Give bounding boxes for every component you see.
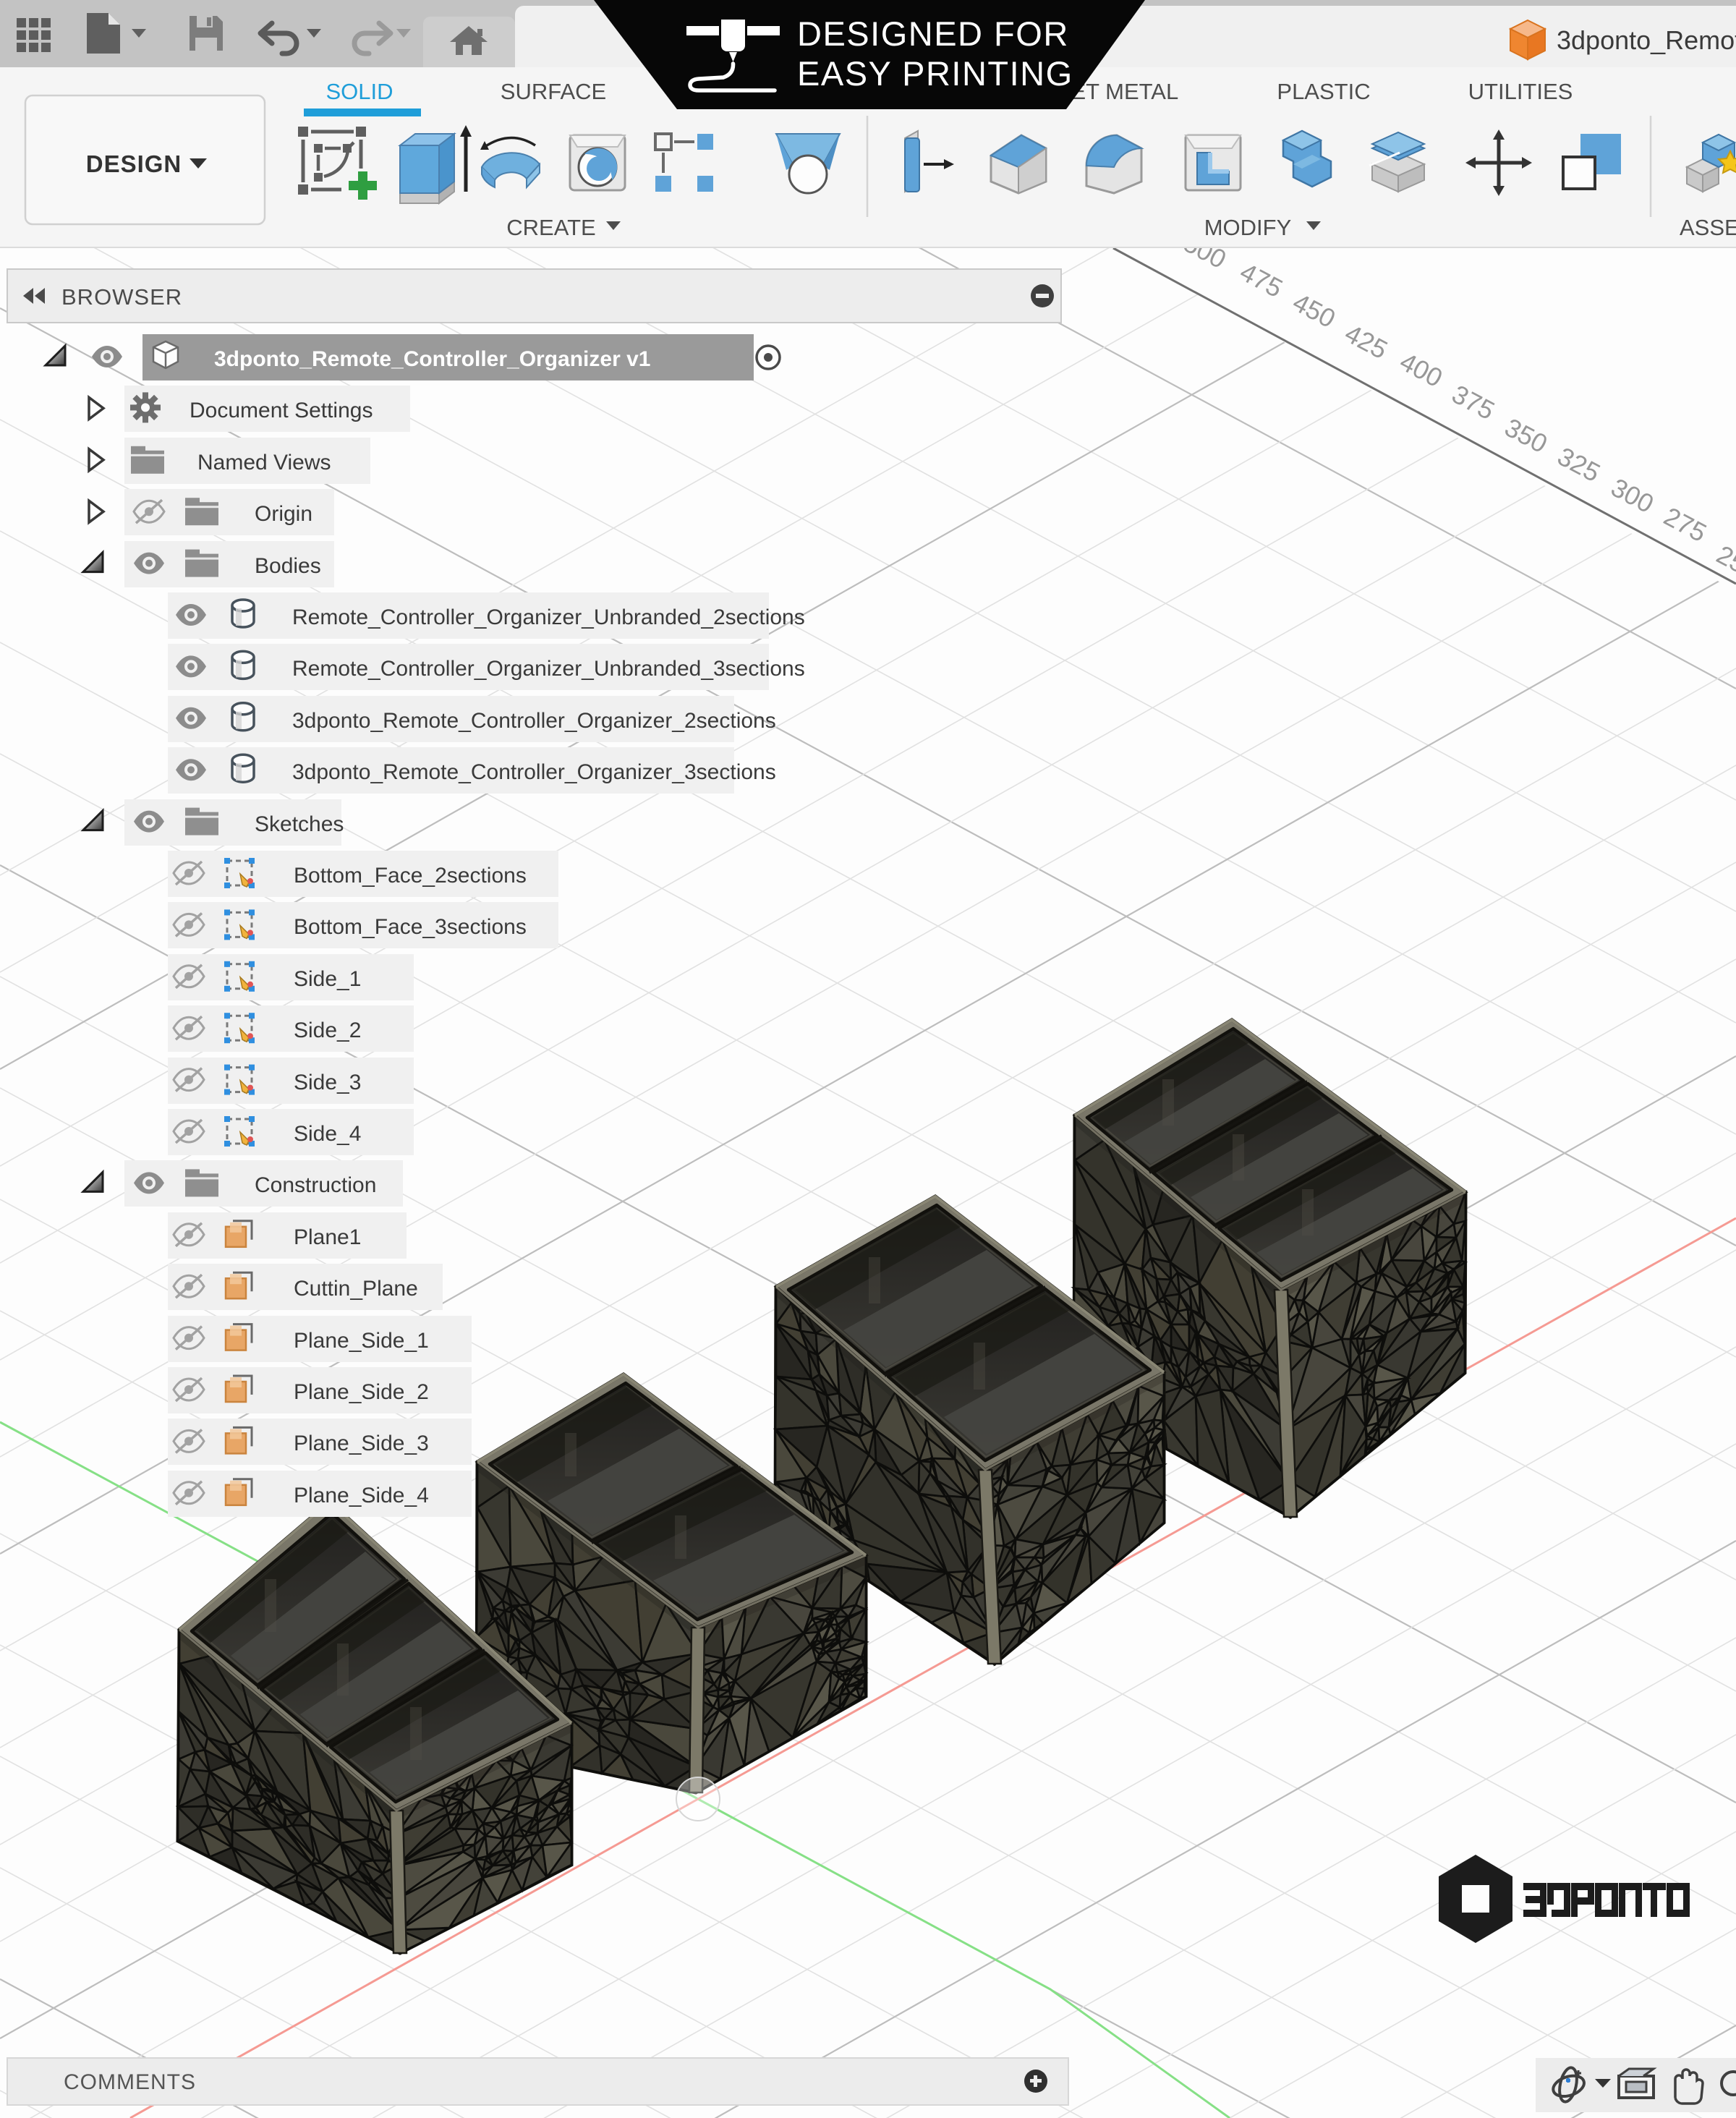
svg-text:Side_3: Side_3 — [294, 1071, 361, 1094]
svg-text:Bottom_Face_3sections: Bottom_Face_3sections — [294, 915, 527, 939]
svg-text:ASSEM: ASSEM — [1680, 215, 1736, 240]
svg-text:Side_1: Side_1 — [294, 967, 361, 991]
svg-text:Plane_Side_1: Plane_Side_1 — [294, 1329, 429, 1353]
svg-text:Named Views: Named Views — [197, 451, 331, 475]
svg-text:Construction: Construction — [255, 1173, 376, 1197]
svg-text:Cuttin_Plane: Cuttin_Plane — [294, 1277, 418, 1301]
svg-text:Sketches: Sketches — [255, 812, 344, 836]
svg-text:Side_2: Side_2 — [294, 1018, 361, 1042]
svg-text:DESIGNED FOR: DESIGNED FOR — [797, 14, 1069, 53]
svg-text:Remote_Controller_Organizer_Un: Remote_Controller_Organizer_Unbranded_3s… — [292, 657, 805, 681]
svg-text:Plane_Side_2: Plane_Side_2 — [294, 1380, 429, 1404]
svg-text:Bodies: Bodies — [255, 554, 321, 578]
svg-text:EASY PRINTING: EASY PRINTING — [797, 54, 1073, 93]
svg-text:Plane1: Plane1 — [294, 1225, 361, 1249]
svg-text:3dponto_Remote_Controller_Orga: 3dponto_Remote_Controller_Organizer v1 — [214, 347, 650, 371]
svg-text:Bottom_Face_2sections: Bottom_Face_2sections — [294, 864, 527, 888]
svg-text:3dponto_Remote_Controller_Orga: 3dponto_Remote_Controller_Organizer_2sec… — [292, 709, 776, 733]
svg-text:COMMENTS: COMMENTS — [64, 2070, 196, 2094]
svg-text:CREATE: CREATE — [506, 215, 595, 240]
svg-text:DESIGN: DESIGN — [86, 150, 182, 177]
svg-text:Plane_Side_4: Plane_Side_4 — [294, 1484, 429, 1507]
svg-text:Plane_Side_3: Plane_Side_3 — [294, 1432, 429, 1455]
svg-text:Side_4: Side_4 — [294, 1122, 361, 1146]
svg-text:3dponto_Remote_Controller_Orga: 3dponto_Remote_Controller_Organizer_3sec… — [292, 760, 776, 784]
svg-text:BROWSER: BROWSER — [61, 284, 182, 310]
svg-text:Origin: Origin — [255, 502, 312, 526]
svg-text:Remote_Controller_Organizer_Un: Remote_Controller_Organizer_Unbranded_2s… — [292, 605, 805, 629]
svg-text:Document Settings: Document Settings — [190, 399, 373, 422]
svg-text:MODIFY: MODIFY — [1204, 215, 1292, 240]
